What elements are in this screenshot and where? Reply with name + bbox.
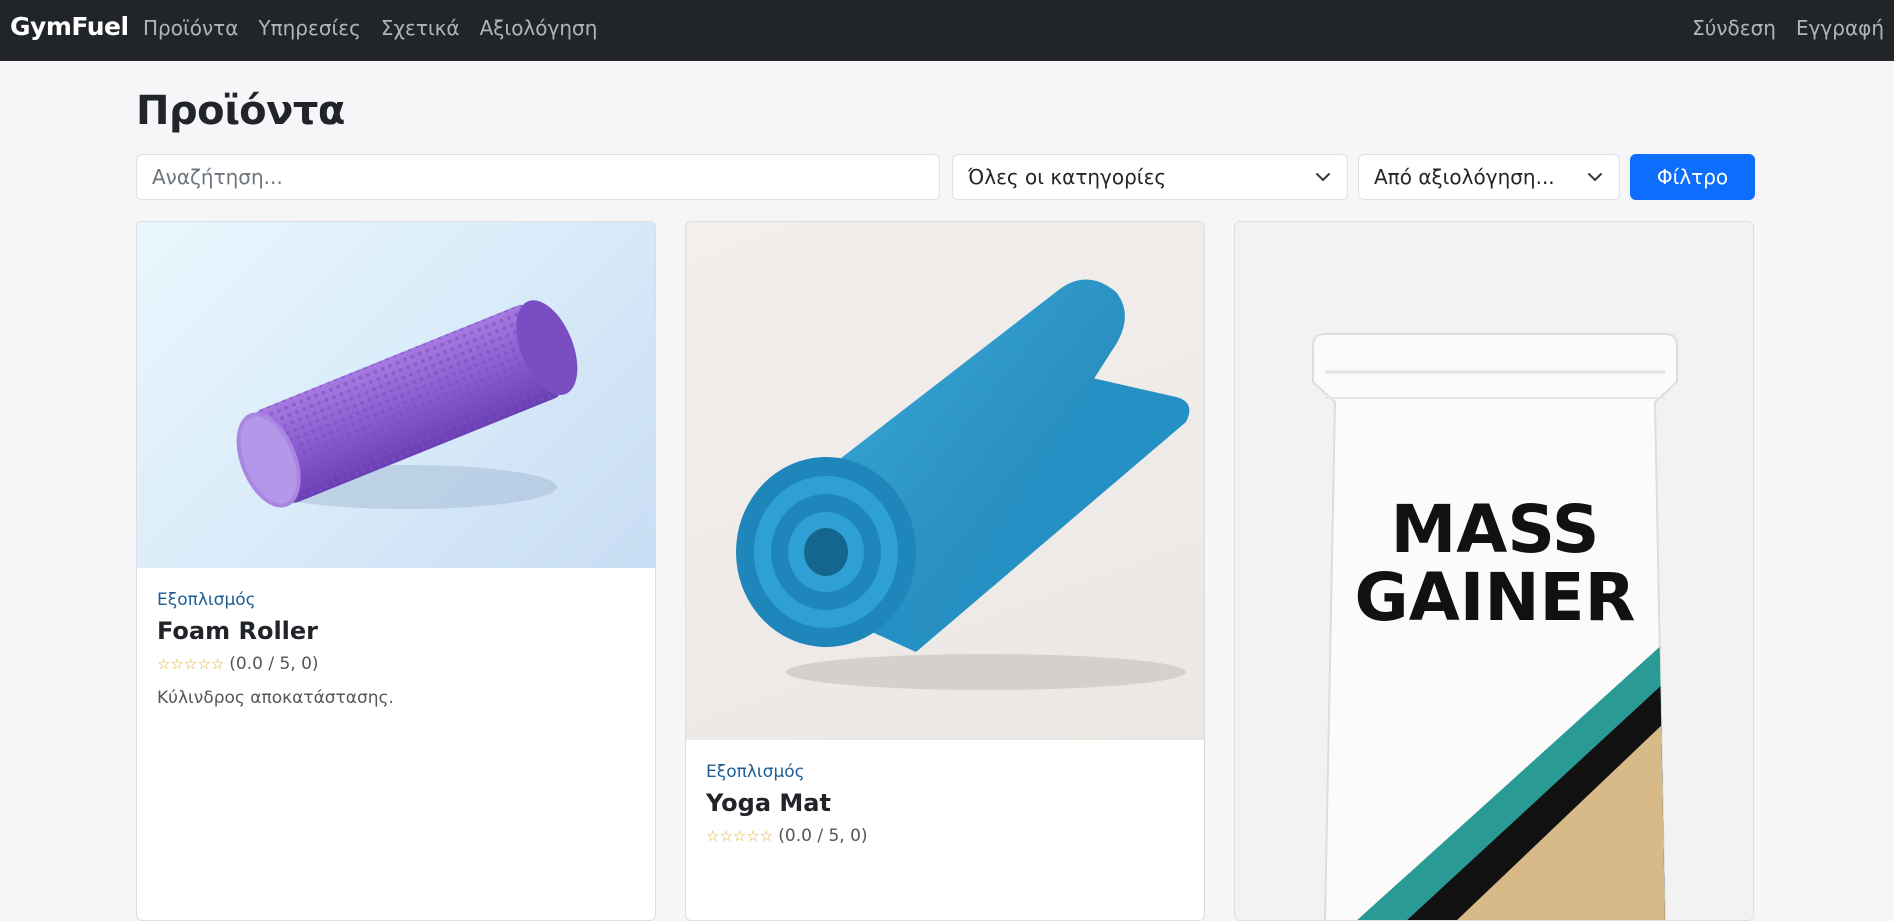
product-card[interactable]: Εξοπλισμός Foam Roller ☆☆☆☆☆ (0.0 / 5, 0… [136,221,656,921]
nav-link-login[interactable]: Σύνδεση [1692,16,1776,40]
nav-link-register[interactable]: Εγγραφή [1796,16,1884,40]
navbar: GymFuel Προϊόντα Υπηρεσίες Σχετικά Αξιολ… [0,0,1894,61]
rating-select[interactable]: Από αξιολόγηση... [1358,154,1620,200]
brand-logo[interactable]: GymFuel [10,12,129,41]
star-rating-icon: ☆☆☆☆☆ [157,655,225,673]
product-card[interactable]: MASS GAINER [1234,221,1754,921]
mass-gainer-label-2: GAINER [1355,559,1636,636]
product-category[interactable]: Εξοπλισμός [706,762,868,782]
nav-auth: Σύνδεση Εγγραφή [1692,16,1884,40]
rating-text: (0.0 / 5, 0) [778,826,868,846]
yoga-mat-image[interactable] [686,222,1204,740]
star-rating-icon: ☆☆☆☆☆ [706,827,774,845]
product-rating: ☆☆☆☆☆ (0.0 / 5, 0) [157,654,394,674]
nav-link-about[interactable]: Σχετικά [381,16,460,40]
category-select[interactable]: Όλες οι κατηγορίες [952,154,1348,200]
product-rating: ☆☆☆☆☆ (0.0 / 5, 0) [706,826,868,846]
page-title: Προϊόντα [136,88,345,134]
foam-roller-image[interactable] [137,222,655,568]
category-select-value: Όλες οι κατηγορίες [968,165,1167,189]
search-input[interactable] [136,154,940,200]
rating-text: (0.0 / 5, 0) [229,654,319,674]
chevron-down-icon [1316,173,1330,181]
chevron-down-icon [1588,173,1602,181]
nav-link-rating[interactable]: Αξιολόγηση [480,16,598,40]
card-body: Εξοπλισμός Yoga Mat ☆☆☆☆☆ (0.0 / 5, 0) [706,762,868,846]
mass-gainer-image[interactable]: MASS GAINER [1235,222,1753,920]
product-title[interactable]: Foam Roller [157,617,394,645]
product-category[interactable]: Εξοπλισμός [157,590,394,610]
mass-gainer-label-1: MASS [1391,491,1600,568]
product-description: Κύλινδρος αποκατάστασης. [157,688,394,708]
filter-button[interactable]: Φίλτρο [1630,154,1755,200]
rating-select-value: Από αξιολόγηση... [1374,165,1555,189]
product-card[interactable]: Εξοπλισμός Yoga Mat ☆☆☆☆☆ (0.0 / 5, 0) [685,221,1205,921]
card-body: Εξοπλισμός Foam Roller ☆☆☆☆☆ (0.0 / 5, 0… [157,590,394,708]
nav-link-products[interactable]: Προϊόντα [143,16,238,40]
product-title[interactable]: Yoga Mat [706,789,868,817]
nav-link-services[interactable]: Υπηρεσίες [258,16,360,40]
nav-main: Προϊόντα Υπηρεσίες Σχετικά Αξιολόγηση [143,16,597,40]
